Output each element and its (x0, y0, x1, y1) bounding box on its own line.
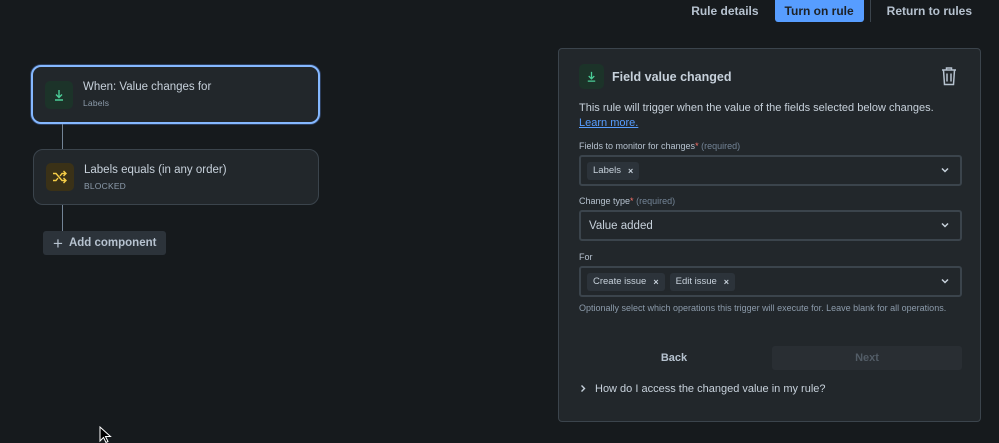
remove-tag-icon[interactable]: × (724, 277, 729, 287)
chevron-right-icon (579, 384, 587, 395)
add-component-button[interactable]: + Add component (43, 231, 166, 255)
flow-connector (62, 205, 63, 231)
chevron-down-icon (941, 278, 949, 284)
tag-edit-issue: Edit issue × (669, 272, 736, 291)
change-type-label: Change type* (required) (579, 196, 675, 206)
change-type-value: Value added (589, 219, 653, 232)
fields-monitor-select[interactable]: Labels × (579, 155, 962, 186)
tag-create-issue: Create issue × (587, 272, 665, 291)
chevron-down-icon (941, 167, 949, 173)
faq-expander[interactable]: How do I access the changed value in my … (579, 383, 826, 395)
tag-labels-text: Labels (593, 165, 621, 176)
top-bar: Rule details Turn on rule Return to rule… (681, 0, 999, 22)
trigger-node-subtitle: Labels (83, 98, 110, 108)
remove-tag-icon[interactable]: × (653, 277, 658, 287)
description-text: This rule will trigger when the value of… (579, 102, 934, 114)
delete-trash-icon[interactable] (940, 66, 958, 86)
condition-node[interactable]: Labels equals (in any order) BLOCKED (33, 149, 319, 205)
learn-more-link[interactable]: Learn more. (579, 117, 638, 129)
return-to-rules-button[interactable]: Return to rules (877, 0, 999, 22)
mouse-cursor-icon (99, 426, 112, 443)
change-type-select[interactable]: Value added (579, 210, 962, 241)
add-component-label: Add component (68, 237, 157, 249)
required-asterisk: * (630, 196, 634, 206)
chevron-down-icon (941, 222, 949, 228)
rule-details-button[interactable]: Rule details (681, 0, 768, 22)
fields-monitor-label: Fields to monitor for changes* (required… (579, 141, 740, 151)
required-hint: (required) (636, 196, 676, 206)
condition-node-subtitle: BLOCKED (84, 180, 127, 191)
top-bar-divider (869, 0, 871, 22)
plus-icon: + (53, 233, 63, 253)
required-hint: (required) (701, 141, 741, 151)
for-operations-select[interactable]: Create issue × Edit issue × (579, 266, 962, 297)
operations-help-text: Optionally select which operations this … (579, 303, 947, 313)
back-button[interactable]: Back (579, 346, 769, 370)
condition-node-title: Labels equals (in any order) (84, 163, 227, 176)
panel-download-icon (579, 64, 604, 89)
fields-monitor-label-text: Fields to monitor for changes (579, 141, 696, 151)
panel-description: This rule will trigger when the value of… (579, 101, 964, 131)
required-asterisk: * (695, 141, 699, 151)
trigger-node[interactable]: When: Value changes for Labels (31, 65, 320, 124)
condition-shuffle-icon (46, 163, 74, 191)
change-type-label-text: Change type (579, 196, 631, 206)
tag-edit-issue-text: Edit issue (675, 276, 717, 287)
remove-tag-icon[interactable]: × (628, 166, 633, 176)
trigger-config-panel: Field value changed This rule will trigg… (558, 48, 981, 422)
tag-labels: Labels × (587, 161, 640, 180)
tag-create-issue-text: Create issue (593, 276, 647, 287)
next-button[interactable]: Next (772, 346, 962, 370)
faq-text: How do I access the changed value in my … (595, 383, 826, 395)
trigger-download-icon (45, 80, 73, 109)
for-label: For (579, 252, 593, 262)
panel-title: Field value changed (612, 69, 732, 84)
trigger-node-title: When: Value changes for (83, 81, 212, 93)
flow-connector (62, 124, 63, 149)
turn-on-rule-button[interactable]: Turn on rule (774, 0, 864, 22)
